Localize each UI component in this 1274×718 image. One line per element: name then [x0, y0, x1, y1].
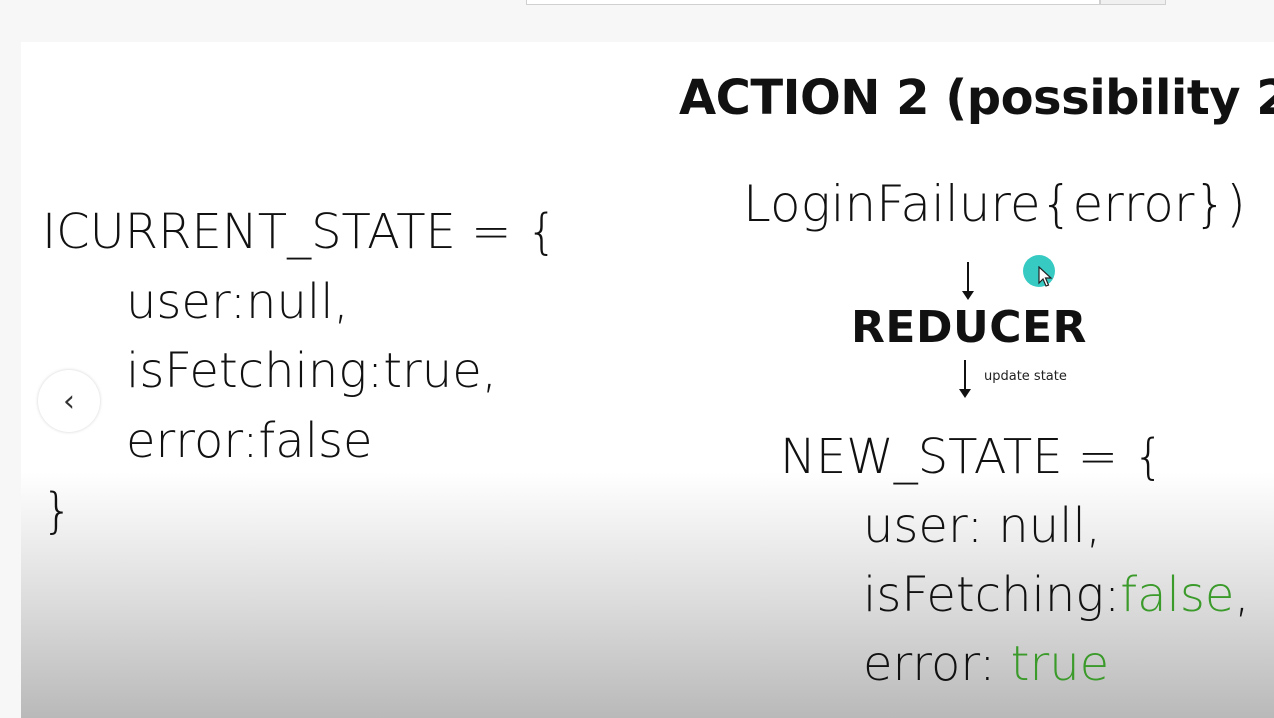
presentation-slide: ACTION 2 (possibility 2) ICURRENT_STATE … [21, 42, 1274, 718]
update-state-label: update state [984, 369, 1067, 384]
new-state-isfetching-comma: , [1234, 567, 1250, 623]
new-state-isfetching-value: false [1120, 567, 1235, 623]
new-state-error: error: true [863, 636, 1109, 692]
new-state-open: NEW_STATE = { [780, 429, 1164, 485]
current-state-user: user:null, [126, 274, 349, 330]
current-state-isfetching: isFetching:true, [126, 343, 497, 399]
previous-slide-button[interactable]: ‹ [38, 370, 100, 432]
new-state-error-value: true [1010, 636, 1110, 692]
new-state-user: user: null, [863, 498, 1102, 554]
search-input[interactable] [526, 0, 1100, 5]
action-call: LoginFailure{error}) [743, 175, 1246, 233]
current-state-open: ICURRENT_STATE = { [42, 204, 558, 260]
arrow-down-icon [962, 262, 974, 300]
mouse-pointer-icon [1038, 266, 1053, 287]
new-state-isfetching-key: isFetching: [863, 567, 1121, 623]
slide-title: ACTION 2 (possibility 2) [679, 70, 1274, 126]
current-state-close: } [42, 483, 73, 539]
reducer-label: REDUCER [851, 302, 1087, 353]
arrow-down-icon [959, 360, 971, 398]
search-button[interactable] [1100, 0, 1166, 5]
chevron-left-icon: ‹ [63, 383, 75, 419]
new-state-error-key: error: [863, 636, 1011, 692]
new-state-isfetching: isFetching:false, [863, 567, 1250, 623]
current-state-error: error:false [126, 413, 373, 469]
